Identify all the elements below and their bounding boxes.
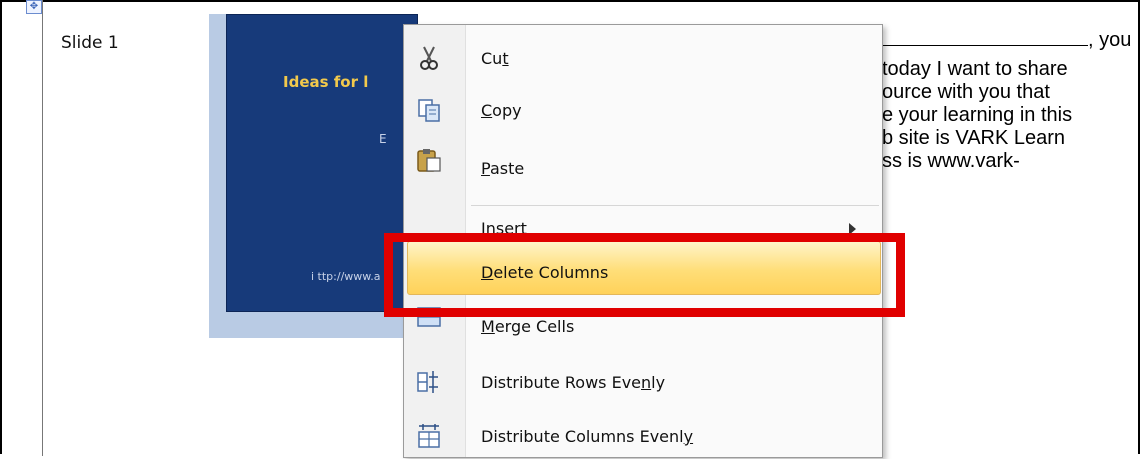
annotation-highlight-box: [384, 233, 905, 317]
menu-item-paste[interactable]: Paste: [404, 149, 882, 209]
menu-item-copy[interactable]: Copy: [404, 89, 882, 133]
menu-item-distribute-columns[interactable]: Distribute Columns Evenly: [404, 415, 882, 459]
slide-url: i ttp://www.a: [311, 270, 381, 283]
menu-item-cut[interactable]: Cut: [404, 37, 882, 81]
menu-item-paste-label: Paste: [481, 159, 525, 178]
menu-item-distribute-rows-label: Distribute Rows Evenly: [481, 373, 666, 392]
notes-line-4: e your learning in this: [882, 104, 1073, 126]
menu-item-merge-cells-label: Merge Cells: [481, 317, 575, 336]
menu-item-cut-label: Cut: [481, 49, 509, 68]
notes-line-3: ource with you that: [882, 81, 1050, 103]
copy-icon: [418, 99, 440, 122]
menu-separator: [471, 205, 879, 206]
table-move-handle-icon[interactable]: ✥: [26, 0, 42, 14]
notes-line-6: ss is www.vark-: [882, 150, 1020, 172]
menu-item-distribute-columns-label: Distribute Columns Evenly: [481, 427, 694, 446]
table-border-left: [42, 0, 43, 456]
menu-item-distribute-rows[interactable]: Distribute Rows Evenly: [404, 361, 882, 405]
menu-item-copy-label: Copy: [481, 101, 522, 120]
notes-line-5: b site is VARK Learn: [882, 127, 1066, 149]
blank-underline: [866, 28, 1088, 46]
notes-line-2: today I want to share: [882, 58, 1068, 80]
distribute-rows-icon: [417, 371, 438, 393]
slide-label: Slide 1: [61, 33, 119, 53]
scissors-icon: [420, 46, 438, 70]
distribute-columns-icon: [418, 424, 440, 448]
notes-line-1: , you: [866, 28, 1131, 52]
slide-title: Ideas for l: [283, 73, 369, 91]
paste-icon: [417, 149, 441, 172]
slide-subtitle: E: [379, 132, 387, 146]
